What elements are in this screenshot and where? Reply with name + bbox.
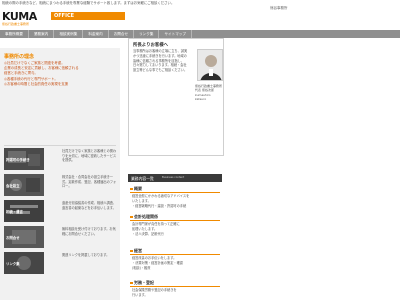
person-icon: [198, 50, 222, 80]
nav-item-fees[interactable]: 料金案内: [83, 30, 109, 38]
header-intro: 相続の際の手続きなど、相続にまつわる手続を専業な経験でサポート致します。まずはお…: [2, 1, 175, 5]
left-divider: [4, 145, 116, 146]
logo-subtitle: 熊谷行政書士事務所: [2, 22, 30, 26]
nav-item-services[interactable]: 業務案内: [29, 30, 55, 38]
section-underline: [130, 192, 220, 193]
left-column: 事務所の理念 ◎社員だけでなくご家族と関連を考慮。 企業の成長と安定に貢献し、お…: [0, 38, 120, 300]
feature-desc: 無料相談を受け付けております。お気軽にお問合せください。: [62, 227, 116, 236]
bullet-icon: [130, 187, 133, 191]
greeting-box: 所長よりお客様へ 当事務所はお客様の立場に立ち、誠実かつ迅速に手続きを行います。…: [128, 38, 224, 156]
right-background: [226, 38, 400, 300]
site-logo[interactable]: KUMA OFFICE: [2, 10, 127, 23]
philosophy-line: ◎お客様の時間と社会的責任の実現を支援: [4, 81, 68, 86]
greeting-title: 所長よりお客様へ: [133, 43, 169, 48]
nav-item-office[interactable]: 事務所概要: [0, 30, 29, 38]
business-section-accounting[interactable]: 会計処理関係 会計専門家が責任を持って正確に 処理いたします。 ・法人決算、記帳…: [128, 214, 222, 240]
main-nav: 事務所概要 業務案内 相談実例集 料金案内 お問合せ リンク集 サイトマップ: [0, 30, 400, 38]
feature-company[interactable]: 会社設立 株式会社・合同会社の設立手続き一式。定款作成、登記、各種届出のフォロー…: [4, 174, 116, 198]
nav-item-cases[interactable]: 相談実例集: [54, 30, 84, 38]
feature-desc: 遺産分割協議書の作成、相続人調査、遺言書の起案などをお手伝いします。: [62, 201, 117, 210]
section-text: 経営全般にかかわる適切なアドバイスを いたします。 ・経営戦略代行・建設・許認可…: [132, 194, 190, 208]
feature-inheritance[interactable]: 相続・遺言 遺産分割協議書の作成、相続人調査、遺言書の起案などをお手伝いします。: [4, 200, 116, 224]
section-underline: [130, 220, 220, 221]
feature-desc: 関連リンクを掲載しております。: [62, 253, 110, 257]
section-underline: [130, 286, 220, 287]
feature-label: お問合せ: [6, 236, 20, 240]
section-text: 会計専門家が責任を持って正確に 処理いたします。 ・法人決算、記帳代行: [132, 222, 180, 236]
bullet-icon: [130, 281, 133, 285]
business-title: 業務内容一覧: [131, 175, 154, 181]
bullet-icon: [130, 249, 133, 253]
philosophy-title: 事務所の理念: [4, 54, 35, 60]
business-title-en: Business content: [162, 176, 185, 179]
business-title-bar: 業務内容一覧 Business content: [128, 174, 222, 182]
section-text: 社会保険労務や登記の手続きを 行います。: [132, 288, 177, 297]
nav-item-links[interactable]: リンク集: [134, 30, 160, 38]
gutter: [120, 38, 125, 300]
feature-desc: 社員だけでなく家族とお客様との関わりを大切に、地域に密着したサービスを提供。: [62, 149, 117, 163]
firm-name: 熊谷事務所: [270, 6, 288, 10]
director-photo: [197, 49, 223, 81]
business-list: 業務内容一覧 Business content 概要 経営全般にかかわる適切なア…: [128, 174, 222, 300]
feature-contact[interactable]: お問合せ 無料相談を受け付けております。お気軽にお問合せください。: [4, 226, 116, 250]
logo-accent: OFFICE: [51, 12, 125, 20]
feature-links[interactable]: リンク集 関連リンクを掲載しております。: [4, 252, 116, 276]
feature-desc: 株式会社・合同会社の設立手続き一式。定款作成、登記、各種届出のフォロー。: [62, 175, 117, 189]
section-text: 経営改善のお手伝いをします。 ・決算対策・経営計画の策定・確認 (相談)・融資: [132, 256, 183, 270]
feature-permits[interactable]: 許認可の手続き 社員だけでなく家族とお客様との関わりを大切に、地域に密着したサー…: [4, 148, 116, 172]
meta-line: katsuro: [195, 97, 207, 102]
greeting-meta: 熊谷行政書士事務所 代表 熊谷次郎 kumashiro katsuro: [195, 84, 223, 102]
feature-label: 会社設立: [6, 184, 20, 188]
feature-label: 相続・遺言: [6, 210, 23, 214]
feature-label: 許認可の手続き: [6, 158, 30, 162]
business-section-overview[interactable]: 概要 経営全般にかかわる適切なアドバイスを いたします。 ・経営戦略代行・建設・…: [128, 186, 222, 212]
bullet-icon: [130, 215, 133, 219]
business-section-labor[interactable]: 労務・登記 社会保険労務や登記の手続きを 行います。: [128, 280, 222, 300]
nav-item-sitemap[interactable]: サイトマップ: [159, 30, 192, 38]
philosophy-text: ◎社員だけでなくご家族と関連を考慮。 企業の成長と安定に貢献し、お客様に信頼され…: [4, 61, 116, 87]
business-section-management[interactable]: 経営 経営改善のお手伝いをします。 ・決算対策・経営計画の策定・確認 (相談)・…: [128, 248, 222, 274]
nav-item-contact[interactable]: お問合せ: [109, 30, 135, 38]
page-header: 相続の際の手続きなど、相続にまつわる手続を専業な経験でサポート致します。まずはお…: [0, 0, 400, 30]
feature-label: リンク集: [6, 262, 20, 266]
section-underline: [130, 254, 220, 255]
greeting-text: 当事務所はお客様の立場に立ち、誠実かつ迅速に手続きを行います。地域の皆様に信頼さ…: [133, 49, 188, 73]
